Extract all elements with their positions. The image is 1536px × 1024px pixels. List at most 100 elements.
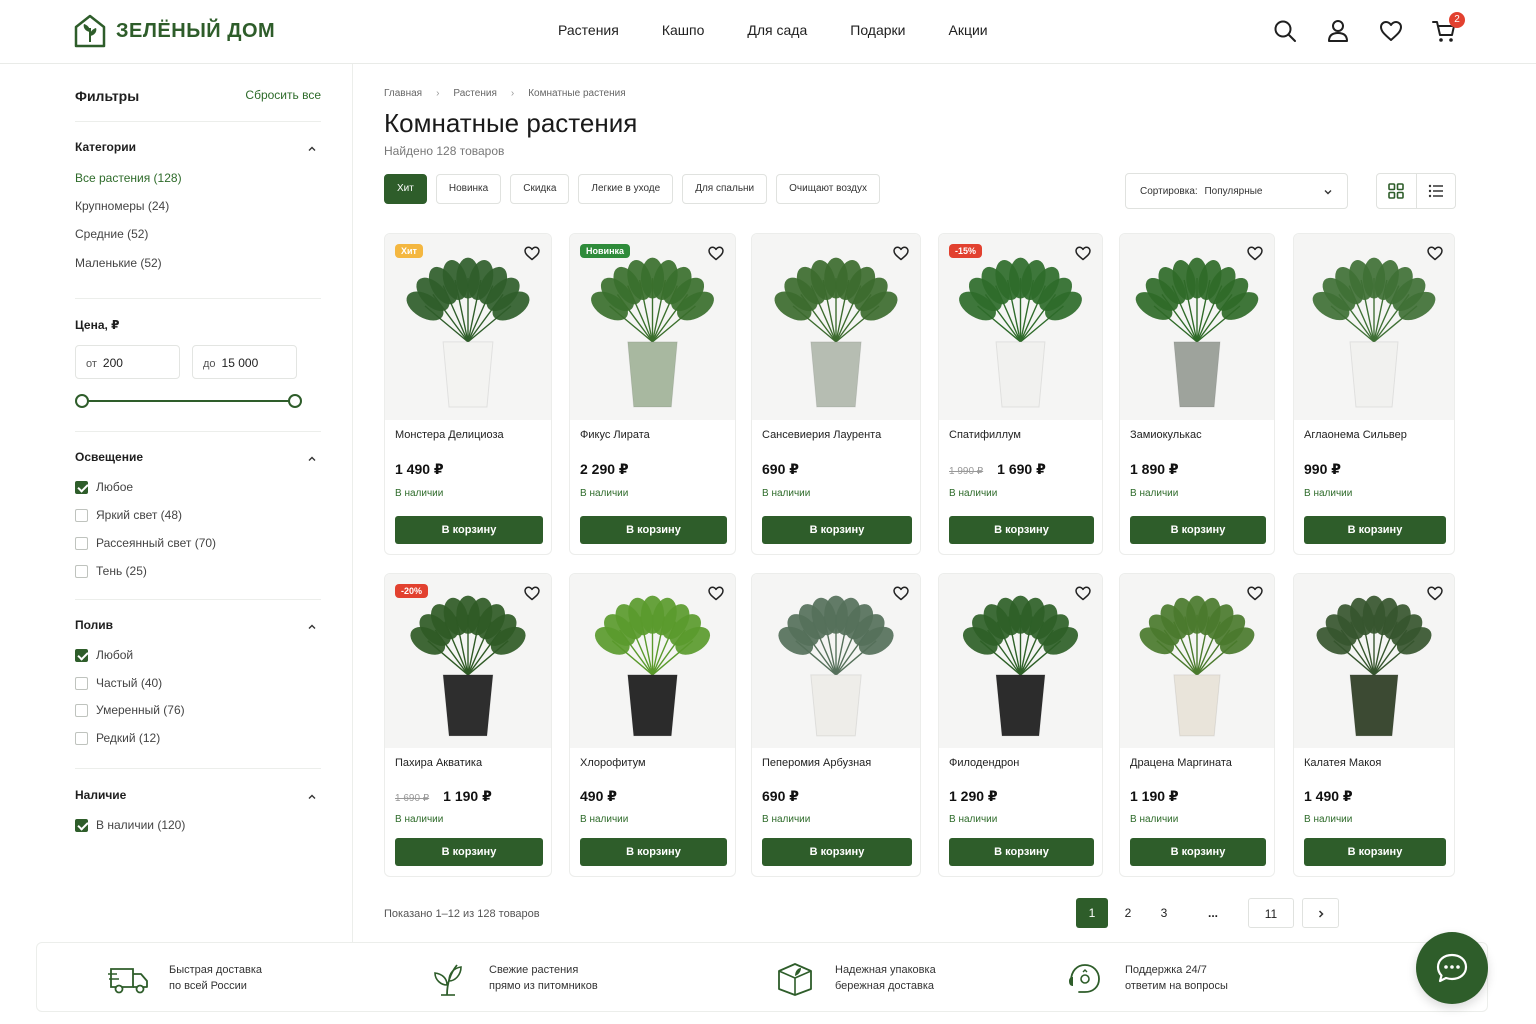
favorite-heart-icon[interactable]	[892, 584, 910, 602]
product-card[interactable]: Сансевиерия Лаурента 690 ₽ В наличии В корз…	[751, 233, 921, 555]
nav-gifts[interactable]: Подарки	[850, 22, 905, 38]
category-all[interactable]: Все растения (128)	[75, 171, 182, 185]
chip-hit[interactable]: Хит	[384, 174, 427, 204]
add-to-cart-button[interactable]: В корзину	[580, 516, 727, 544]
product-name[interactable]: Драцена Маргината	[1130, 757, 1232, 769]
chevron-up-icon[interactable]	[307, 454, 317, 464]
checkbox[interactable]	[75, 536, 88, 550]
favorite-heart-icon[interactable]	[892, 244, 910, 262]
product-card[interactable]: Пеперомия Арбузная 690 ₽ В наличии В корзин…	[751, 573, 921, 877]
search-icon[interactable]	[1272, 18, 1298, 44]
favorite-heart-icon[interactable]	[1074, 244, 1092, 262]
chip-new[interactable]: Новинка	[435, 174, 502, 204]
checkbox[interactable]	[75, 703, 88, 717]
nav-pots[interactable]: Кашпо	[662, 22, 705, 38]
water-frequent[interactable]: Частый (40)	[75, 676, 162, 690]
product-name[interactable]: Монстера Делициоза	[395, 429, 504, 441]
product-name[interactable]: Сансевиерия Лаурента	[762, 429, 881, 441]
product-card[interactable]: Замиокулькас 1 890 ₽ В наличии В корзину	[1119, 233, 1275, 555]
product-name[interactable]: Спатифиллум	[949, 429, 1021, 441]
checkbox-checked[interactable]	[75, 818, 88, 832]
product-card[interactable]: Драцена Маргината 1 190 ₽ В наличии В корзи…	[1119, 573, 1275, 877]
light-diffused[interactable]: Рассеянный свет (70)	[75, 536, 216, 550]
add-to-cart-button[interactable]: В корзину	[1304, 516, 1446, 544]
product-card[interactable]: Аглаонема Сильвер 990 ₽ В наличии В корзину	[1293, 233, 1455, 555]
page-1-button[interactable]: 1	[1076, 898, 1108, 928]
add-to-cart-button[interactable]: В корзину	[762, 516, 912, 544]
product-name[interactable]: Пахира Акватика	[395, 757, 482, 769]
checkbox[interactable]	[75, 564, 88, 578]
checkbox[interactable]	[75, 731, 88, 745]
product-name[interactable]: Фикус Лирата	[580, 429, 650, 441]
favorite-heart-icon[interactable]	[707, 584, 725, 602]
add-to-cart-button[interactable]: В корзину	[1304, 838, 1446, 866]
nav-plants[interactable]: Растения	[558, 22, 619, 38]
water-rare[interactable]: Редкий (12)	[75, 731, 160, 745]
price-slider-max-handle[interactable]	[288, 394, 302, 408]
breadcrumb-plants[interactable]: Растения	[453, 88, 496, 99]
light-shade[interactable]: Тень (25)	[75, 564, 147, 578]
reset-filters-link[interactable]: Сбросить все	[245, 88, 321, 104]
favorite-heart-icon[interactable]	[1426, 584, 1444, 602]
checkbox-checked[interactable]	[75, 648, 88, 662]
next-page-button[interactable]	[1302, 898, 1339, 928]
chat-button[interactable]	[1416, 932, 1488, 1004]
chevron-up-icon[interactable]	[307, 144, 317, 154]
product-card[interactable]: -15% Спатифиллум 1 990 ₽ 1 690 ₽ В наличии В …	[938, 233, 1103, 555]
chevron-up-icon[interactable]	[307, 622, 317, 632]
chip-air-purifying[interactable]: Очищают воздух	[776, 174, 880, 204]
page-3-button[interactable]: 3	[1150, 898, 1178, 928]
product-card[interactable]: Новинка Фикус Лирата 2 290 ₽ В наличии В кор…	[569, 233, 736, 555]
product-name[interactable]: Замиокулькас	[1130, 429, 1202, 441]
price-slider-min-handle[interactable]	[75, 394, 89, 408]
page-11-button[interactable]: 11	[1248, 898, 1294, 928]
favorite-heart-icon[interactable]	[1246, 584, 1264, 602]
sort-dropdown[interactable]: Сортировка: Популярные	[1125, 173, 1348, 209]
checkbox[interactable]	[75, 676, 88, 690]
cart-icon[interactable]: 2	[1431, 12, 1465, 44]
user-icon[interactable]	[1325, 18, 1351, 44]
product-card[interactable]: Хит Монстера Делициоза 1 490 ₽ В наличии В к…	[384, 233, 552, 555]
add-to-cart-button[interactable]: В корзину	[395, 516, 543, 544]
category-large[interactable]: Крупномеры (24)	[75, 199, 169, 213]
chip-sale[interactable]: Скидка	[510, 174, 570, 204]
favorite-heart-icon[interactable]	[707, 244, 725, 262]
add-to-cart-button[interactable]: В корзину	[1130, 838, 1266, 866]
favorite-heart-icon[interactable]	[1426, 244, 1444, 262]
add-to-cart-button[interactable]: В корзину	[762, 838, 912, 866]
product-name[interactable]: Аглаонема Сильвер	[1304, 429, 1407, 441]
favorite-heart-icon[interactable]	[1074, 584, 1092, 602]
product-card[interactable]: Калатея Макоя 1 490 ₽ В наличии В корзину	[1293, 573, 1455, 877]
price-to-field[interactable]: до 15 000	[192, 345, 297, 379]
heart-icon[interactable]	[1378, 18, 1404, 44]
add-to-cart-button[interactable]: В корзину	[949, 516, 1094, 544]
breadcrumb-home[interactable]: Главная	[384, 88, 422, 99]
product-name[interactable]: Филодендрон	[949, 757, 1019, 769]
product-card[interactable]: Хлорофитум 490 ₽ В наличии В корзину	[569, 573, 736, 877]
category-medium[interactable]: Средние (52)	[75, 227, 148, 241]
light-any[interactable]: Любое	[75, 480, 133, 494]
chip-bedroom[interactable]: Для спальни	[682, 174, 768, 204]
add-to-cart-button[interactable]: В корзину	[949, 838, 1094, 866]
favorite-heart-icon[interactable]	[523, 584, 541, 602]
light-bright[interactable]: Яркий свет (48)	[75, 508, 182, 522]
product-card[interactable]: Филодендрон 1 290 ₽ В наличии В корзину	[938, 573, 1103, 877]
add-to-cart-button[interactable]: В корзину	[580, 838, 727, 866]
water-moderate[interactable]: Умеренный (76)	[75, 703, 185, 717]
page-2-button[interactable]: 2	[1114, 898, 1142, 928]
list-view-button[interactable]	[1417, 174, 1456, 208]
chip-easy-care[interactable]: Легкие в уходе	[578, 174, 674, 204]
product-name[interactable]: Пеперомия Арбузная	[762, 757, 871, 769]
category-small[interactable]: Маленькие (52)	[75, 256, 162, 270]
favorite-heart-icon[interactable]	[523, 244, 541, 262]
checkbox-checked[interactable]	[75, 480, 88, 494]
nav-garden[interactable]: Для сада	[747, 22, 807, 38]
favorite-heart-icon[interactable]	[1246, 244, 1264, 262]
add-to-cart-button[interactable]: В корзину	[395, 838, 543, 866]
product-card[interactable]: -20% Пахира Акватика 1 690 ₽ 1 190 ₽ В налич…	[384, 573, 552, 877]
price-slider-track[interactable]	[81, 400, 295, 402]
checkbox[interactable]	[75, 508, 88, 522]
chevron-up-icon[interactable]	[307, 792, 317, 802]
product-name[interactable]: Хлорофитум	[580, 757, 646, 769]
nav-sales[interactable]: Акции	[949, 22, 988, 38]
